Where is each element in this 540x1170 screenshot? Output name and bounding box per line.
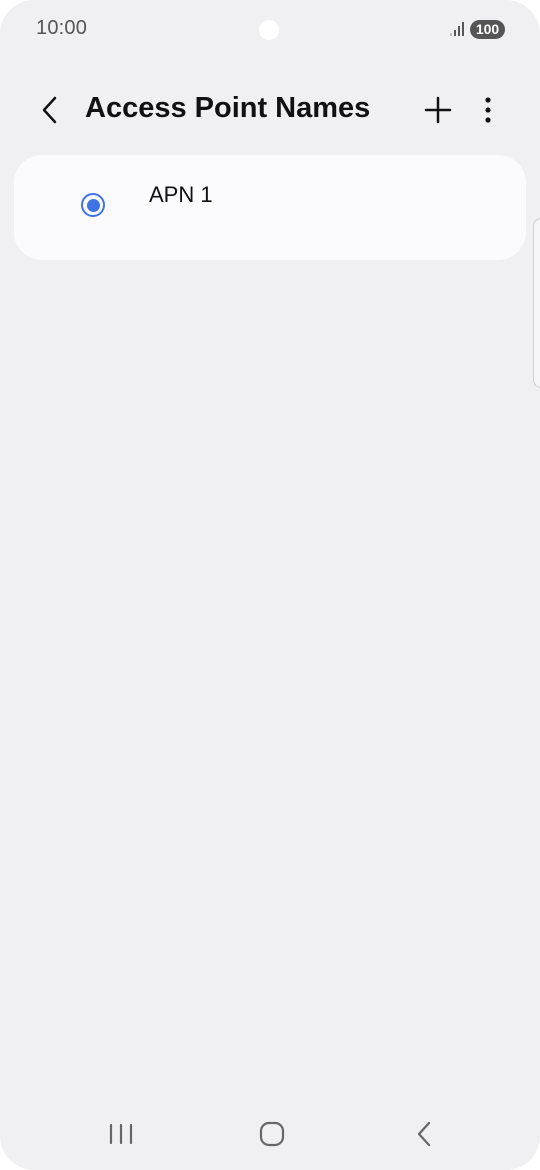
status-bar: 10:00 100 [0, 0, 540, 60]
apn-list: APN 1 [14, 155, 526, 260]
app-bar: Access Point Names [0, 80, 540, 140]
home-icon [259, 1121, 285, 1147]
back-icon [417, 1121, 431, 1147]
recents-icon [109, 1123, 133, 1145]
status-time: 10:00 [36, 17, 88, 39]
apn-list-item[interactable]: APN 1 [14, 155, 526, 260]
plus-icon [424, 96, 452, 124]
apn-radio-selected[interactable] [81, 193, 105, 217]
home-button[interactable] [252, 1114, 292, 1154]
battery-indicator: 100 [470, 20, 505, 39]
navigation-bar [0, 1100, 540, 1170]
add-apn-button[interactable] [420, 90, 456, 130]
more-vertical-icon [485, 97, 491, 123]
front-camera [259, 20, 279, 40]
recents-button[interactable] [101, 1114, 141, 1154]
scroll-handle[interactable] [533, 218, 540, 388]
phone-screen: 10:00 100 Access Point Names APN 1 [0, 0, 540, 1170]
apn-name: APN 1 [149, 182, 213, 207]
signal-bars-icon [450, 22, 464, 36]
chevron-left-icon [42, 96, 57, 124]
more-options-button[interactable] [474, 90, 502, 130]
nav-back-button[interactable] [404, 1114, 444, 1154]
radio-dot [86, 198, 100, 212]
page-title: Access Point Names [85, 92, 371, 124]
back-button[interactable] [34, 92, 66, 128]
